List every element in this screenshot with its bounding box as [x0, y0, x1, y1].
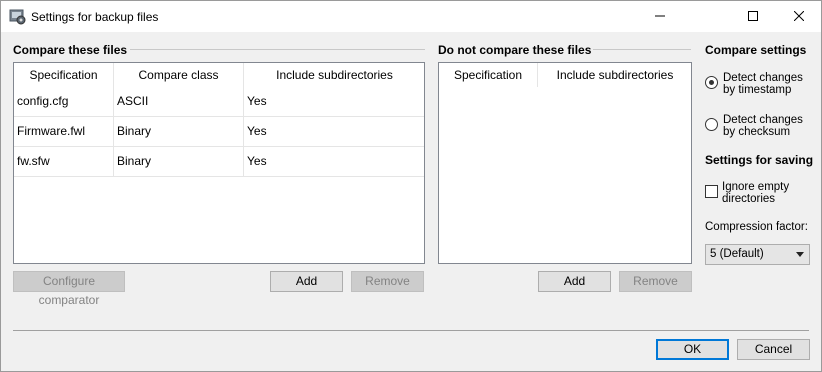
ignore-empty-label[interactable]: Ignore empty directories — [722, 181, 812, 205]
maximize-button[interactable] — [730, 1, 776, 32]
list-header: Specification Compare class Include subd… — [14, 63, 424, 87]
saving-settings-title: Settings for saving — [705, 153, 814, 167]
minimize-button[interactable] — [637, 1, 683, 32]
compare-files-list[interactable]: Specification Compare class Include subd… — [13, 62, 425, 264]
group-divider — [593, 49, 691, 50]
ok-button[interactable]: OK — [656, 339, 729, 360]
column-specification[interactable]: Specification — [439, 63, 538, 87]
cell-specification: Firmware.fwl — [14, 117, 114, 147]
configure-comparator-button[interactable]: Configure comparator — [13, 271, 125, 307]
settings-app-icon — [9, 8, 26, 25]
timestamp-radio-label[interactable]: Detect changes by timestamp — [723, 72, 813, 96]
cell-specification: config.cfg — [14, 87, 114, 117]
cell-include-subdirectories: Yes — [247, 154, 267, 168]
cell-compare-class: ASCII — [114, 87, 244, 117]
close-button[interactable] — [776, 1, 822, 32]
compression-label: Compression factor: — [705, 221, 808, 233]
title-bar: Settings for backup files — [1, 1, 821, 32]
checksum-radio-label[interactable]: Detect changes by checksum — [723, 114, 813, 138]
maximize-icon — [748, 10, 758, 24]
cell-compare-class: Binary — [114, 147, 244, 177]
list-header: Specification Include subdirectories — [439, 63, 691, 87]
table-row[interactable]: fw.sfw Binary Yes — [14, 147, 424, 177]
add-exclude-button[interactable]: Add — [538, 271, 611, 292]
column-compare-class[interactable]: Compare class — [114, 63, 244, 87]
window-title: Settings for backup files — [31, 10, 159, 24]
compression-select[interactable]: 5 (Default) — [705, 244, 810, 265]
close-icon — [793, 10, 805, 24]
column-include-subdirectories[interactable]: Include subdirectories — [538, 63, 692, 87]
cell-specification: fw.sfw — [14, 147, 114, 177]
cell-include-subdirectories: Yes — [247, 94, 267, 108]
timestamp-radio[interactable] — [705, 76, 718, 89]
remove-compare-button[interactable]: Remove — [351, 271, 424, 292]
compare-files-title: Compare these files — [13, 43, 128, 57]
column-include-subdirectories[interactable]: Include subdirectories — [244, 63, 425, 87]
settings-dialog: Settings for backup files Compare these … — [0, 0, 822, 372]
remove-exclude-button[interactable]: Remove — [619, 271, 692, 292]
column-specification[interactable]: Specification — [14, 63, 114, 87]
exclude-files-list[interactable]: Specification Include subdirectories — [438, 62, 692, 264]
ignore-empty-checkbox[interactable] — [705, 185, 718, 198]
compression-value: 5 (Default) — [710, 248, 764, 260]
exclude-files-title: Do not compare these files — [438, 43, 592, 57]
table-row[interactable]: Firmware.fwl Binary Yes — [14, 117, 424, 147]
chevron-down-icon — [796, 252, 804, 257]
checksum-radio[interactable] — [705, 118, 718, 131]
cell-include-subdirectories: Yes — [247, 124, 267, 138]
minimize-icon — [655, 10, 665, 24]
group-divider — [130, 49, 425, 50]
compare-settings-title: Compare settings — [705, 43, 807, 57]
add-compare-button[interactable]: Add — [270, 271, 343, 292]
footer-separator — [13, 330, 809, 331]
cancel-button[interactable]: Cancel — [737, 339, 810, 360]
table-row[interactable]: config.cfg ASCII Yes — [14, 87, 424, 117]
cell-compare-class: Binary — [114, 117, 244, 147]
